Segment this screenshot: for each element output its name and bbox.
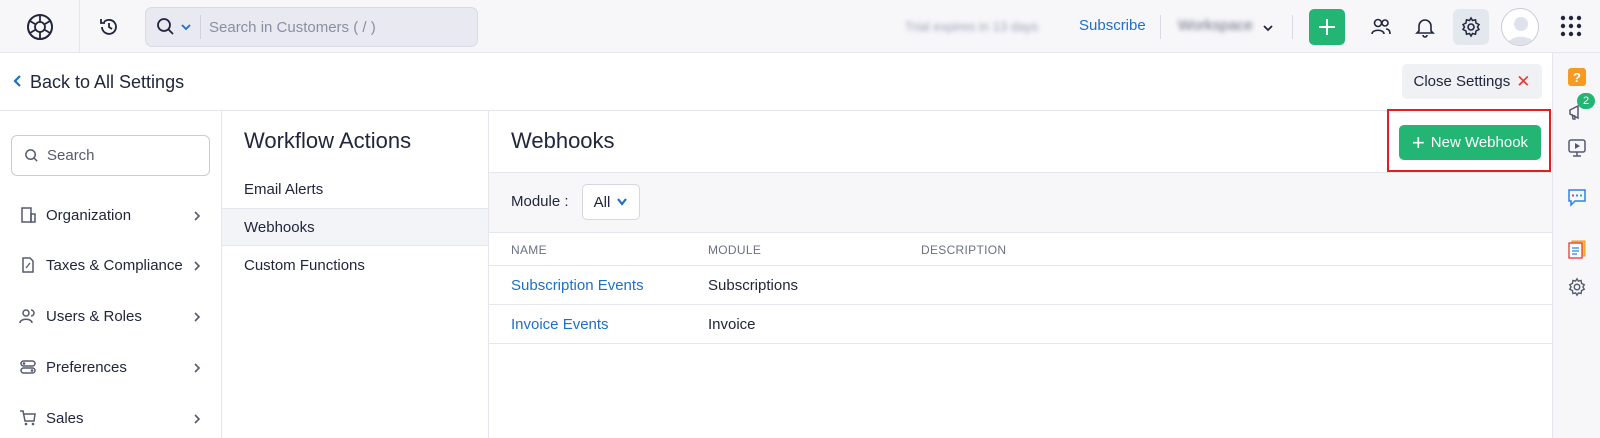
video-tutorial-icon[interactable] bbox=[1566, 137, 1588, 159]
org-switcher-label[interactable]: Workspace bbox=[1178, 17, 1253, 34]
settings-sidebar: Organization Taxes & Compliance Users & … bbox=[0, 111, 222, 438]
settings-button[interactable] bbox=[1453, 9, 1489, 45]
chat-icon[interactable] bbox=[1566, 186, 1588, 208]
settings-search-input[interactable] bbox=[47, 147, 197, 164]
svg-text:?: ? bbox=[1573, 70, 1581, 85]
chevron-down-icon bbox=[616, 197, 628, 207]
filter-bar: Module : All bbox=[489, 173, 1552, 233]
close-settings-button[interactable]: Close Settings ✕ bbox=[1402, 64, 1542, 99]
top-bar: Trial expires in 13 days Subscribe Works… bbox=[0, 0, 1600, 53]
panel-title: Workflow Actions bbox=[244, 128, 412, 153]
plus-icon: + bbox=[1411, 129, 1425, 155]
sidebar-item-label: Preferences bbox=[46, 358, 127, 376]
users-icon[interactable] bbox=[1367, 13, 1395, 41]
table-row: Subscription Events Subscriptions bbox=[489, 266, 1552, 305]
gear-icon bbox=[1461, 16, 1481, 38]
announcement-badge: 2 bbox=[1577, 93, 1595, 109]
main-header: Webhooks + New Webhook bbox=[489, 109, 1552, 173]
sidebar-item-label: Taxes & Compliance bbox=[46, 256, 183, 274]
recent-history-icon[interactable] bbox=[96, 14, 122, 40]
back-label: Back to All Settings bbox=[30, 72, 185, 92]
taxes-icon bbox=[18, 255, 38, 275]
sidebar-item-users-roles[interactable]: Users & Roles bbox=[18, 304, 203, 328]
users-icon bbox=[18, 306, 38, 326]
preferences-icon bbox=[18, 357, 38, 377]
chevron-right-icon bbox=[193, 310, 203, 322]
column-header-module: MODULE bbox=[708, 243, 762, 257]
right-rail: ? bbox=[1552, 53, 1600, 438]
back-to-settings-link[interactable]: Back to All Settings bbox=[12, 72, 184, 93]
webhook-module: Subscriptions bbox=[708, 277, 799, 294]
gear-icon[interactable] bbox=[1566, 276, 1588, 298]
column-header-name: NAME bbox=[511, 243, 547, 257]
sidebar-item-label: Sales bbox=[46, 409, 84, 427]
module-filter-value: All bbox=[593, 193, 611, 211]
sidebar-item-preferences[interactable]: Preferences bbox=[18, 355, 203, 379]
search-icon bbox=[24, 148, 39, 163]
webhook-module: Invoice bbox=[708, 316, 756, 333]
chevron-down-icon[interactable] bbox=[180, 20, 194, 34]
close-icon: ✕ bbox=[1516, 71, 1531, 91]
global-search[interactable] bbox=[145, 7, 478, 47]
menu-item-email-alerts[interactable]: Email Alerts bbox=[222, 170, 488, 208]
sidebar-item-label: Organization bbox=[46, 206, 132, 224]
chevron-down-icon[interactable] bbox=[1262, 21, 1274, 33]
app-logo[interactable] bbox=[0, 0, 80, 53]
sidebar-item-organization[interactable]: Organization bbox=[18, 203, 203, 227]
divider bbox=[1292, 15, 1293, 39]
logo-icon bbox=[26, 13, 53, 40]
menu-item-custom-functions[interactable]: Custom Functions bbox=[222, 246, 488, 284]
sidebar-item-sales[interactable]: Sales bbox=[18, 406, 203, 430]
sidebar-item-label: Users & Roles bbox=[46, 307, 142, 325]
plus-icon bbox=[1319, 19, 1335, 35]
module-filter-select[interactable]: All bbox=[582, 184, 640, 220]
settings-header: Back to All Settings Close Settings ✕ bbox=[0, 53, 1552, 111]
help-icon[interactable]: ? bbox=[1566, 66, 1588, 88]
quick-create-button[interactable] bbox=[1309, 9, 1345, 45]
user-avatar-icon bbox=[1507, 17, 1535, 45]
avatar[interactable] bbox=[1501, 8, 1539, 46]
column-header-description: DESCRIPTION bbox=[921, 243, 1007, 257]
close-settings-label: Close Settings bbox=[1413, 73, 1511, 90]
module-filter-label: Module : bbox=[511, 193, 569, 210]
chevron-left-icon bbox=[12, 72, 22, 93]
sidebar-item-taxes[interactable]: Taxes & Compliance bbox=[18, 253, 203, 277]
settings-search[interactable] bbox=[11, 135, 210, 176]
chevron-right-icon bbox=[193, 412, 203, 424]
new-webhook-button[interactable]: + New Webhook bbox=[1399, 125, 1541, 160]
divider bbox=[200, 15, 201, 39]
table-header: NAME MODULE DESCRIPTION bbox=[489, 233, 1552, 266]
app-grid-icon[interactable] bbox=[1560, 15, 1582, 37]
trial-status-text: Trial expires in 13 days bbox=[905, 19, 1039, 34]
bell-icon[interactable] bbox=[1411, 13, 1439, 41]
menu-item-webhooks[interactable]: Webhooks bbox=[222, 208, 488, 246]
cart-icon bbox=[18, 408, 38, 428]
search-icon[interactable] bbox=[156, 16, 178, 38]
notes-icon[interactable] bbox=[1566, 238, 1588, 260]
divider bbox=[1160, 15, 1161, 39]
table-row: Invoice Events Invoice bbox=[489, 305, 1552, 344]
subscribe-link[interactable]: Subscribe bbox=[1079, 17, 1146, 34]
webhook-name-link[interactable]: Invoice Events bbox=[511, 316, 609, 333]
chevron-right-icon bbox=[193, 259, 203, 271]
page-title: Webhooks bbox=[511, 128, 615, 153]
chevron-right-icon bbox=[193, 209, 203, 221]
search-input[interactable] bbox=[209, 18, 459, 36]
organization-icon bbox=[18, 205, 38, 225]
workflow-actions-panel: Workflow Actions Email Alerts Webhooks C… bbox=[222, 111, 489, 438]
chevron-right-icon bbox=[193, 361, 203, 373]
new-webhook-label: New Webhook bbox=[1430, 134, 1529, 151]
webhooks-main: Webhooks + New Webhook Module : All NAME… bbox=[489, 109, 1552, 438]
webhook-name-link[interactable]: Subscription Events bbox=[511, 277, 644, 294]
